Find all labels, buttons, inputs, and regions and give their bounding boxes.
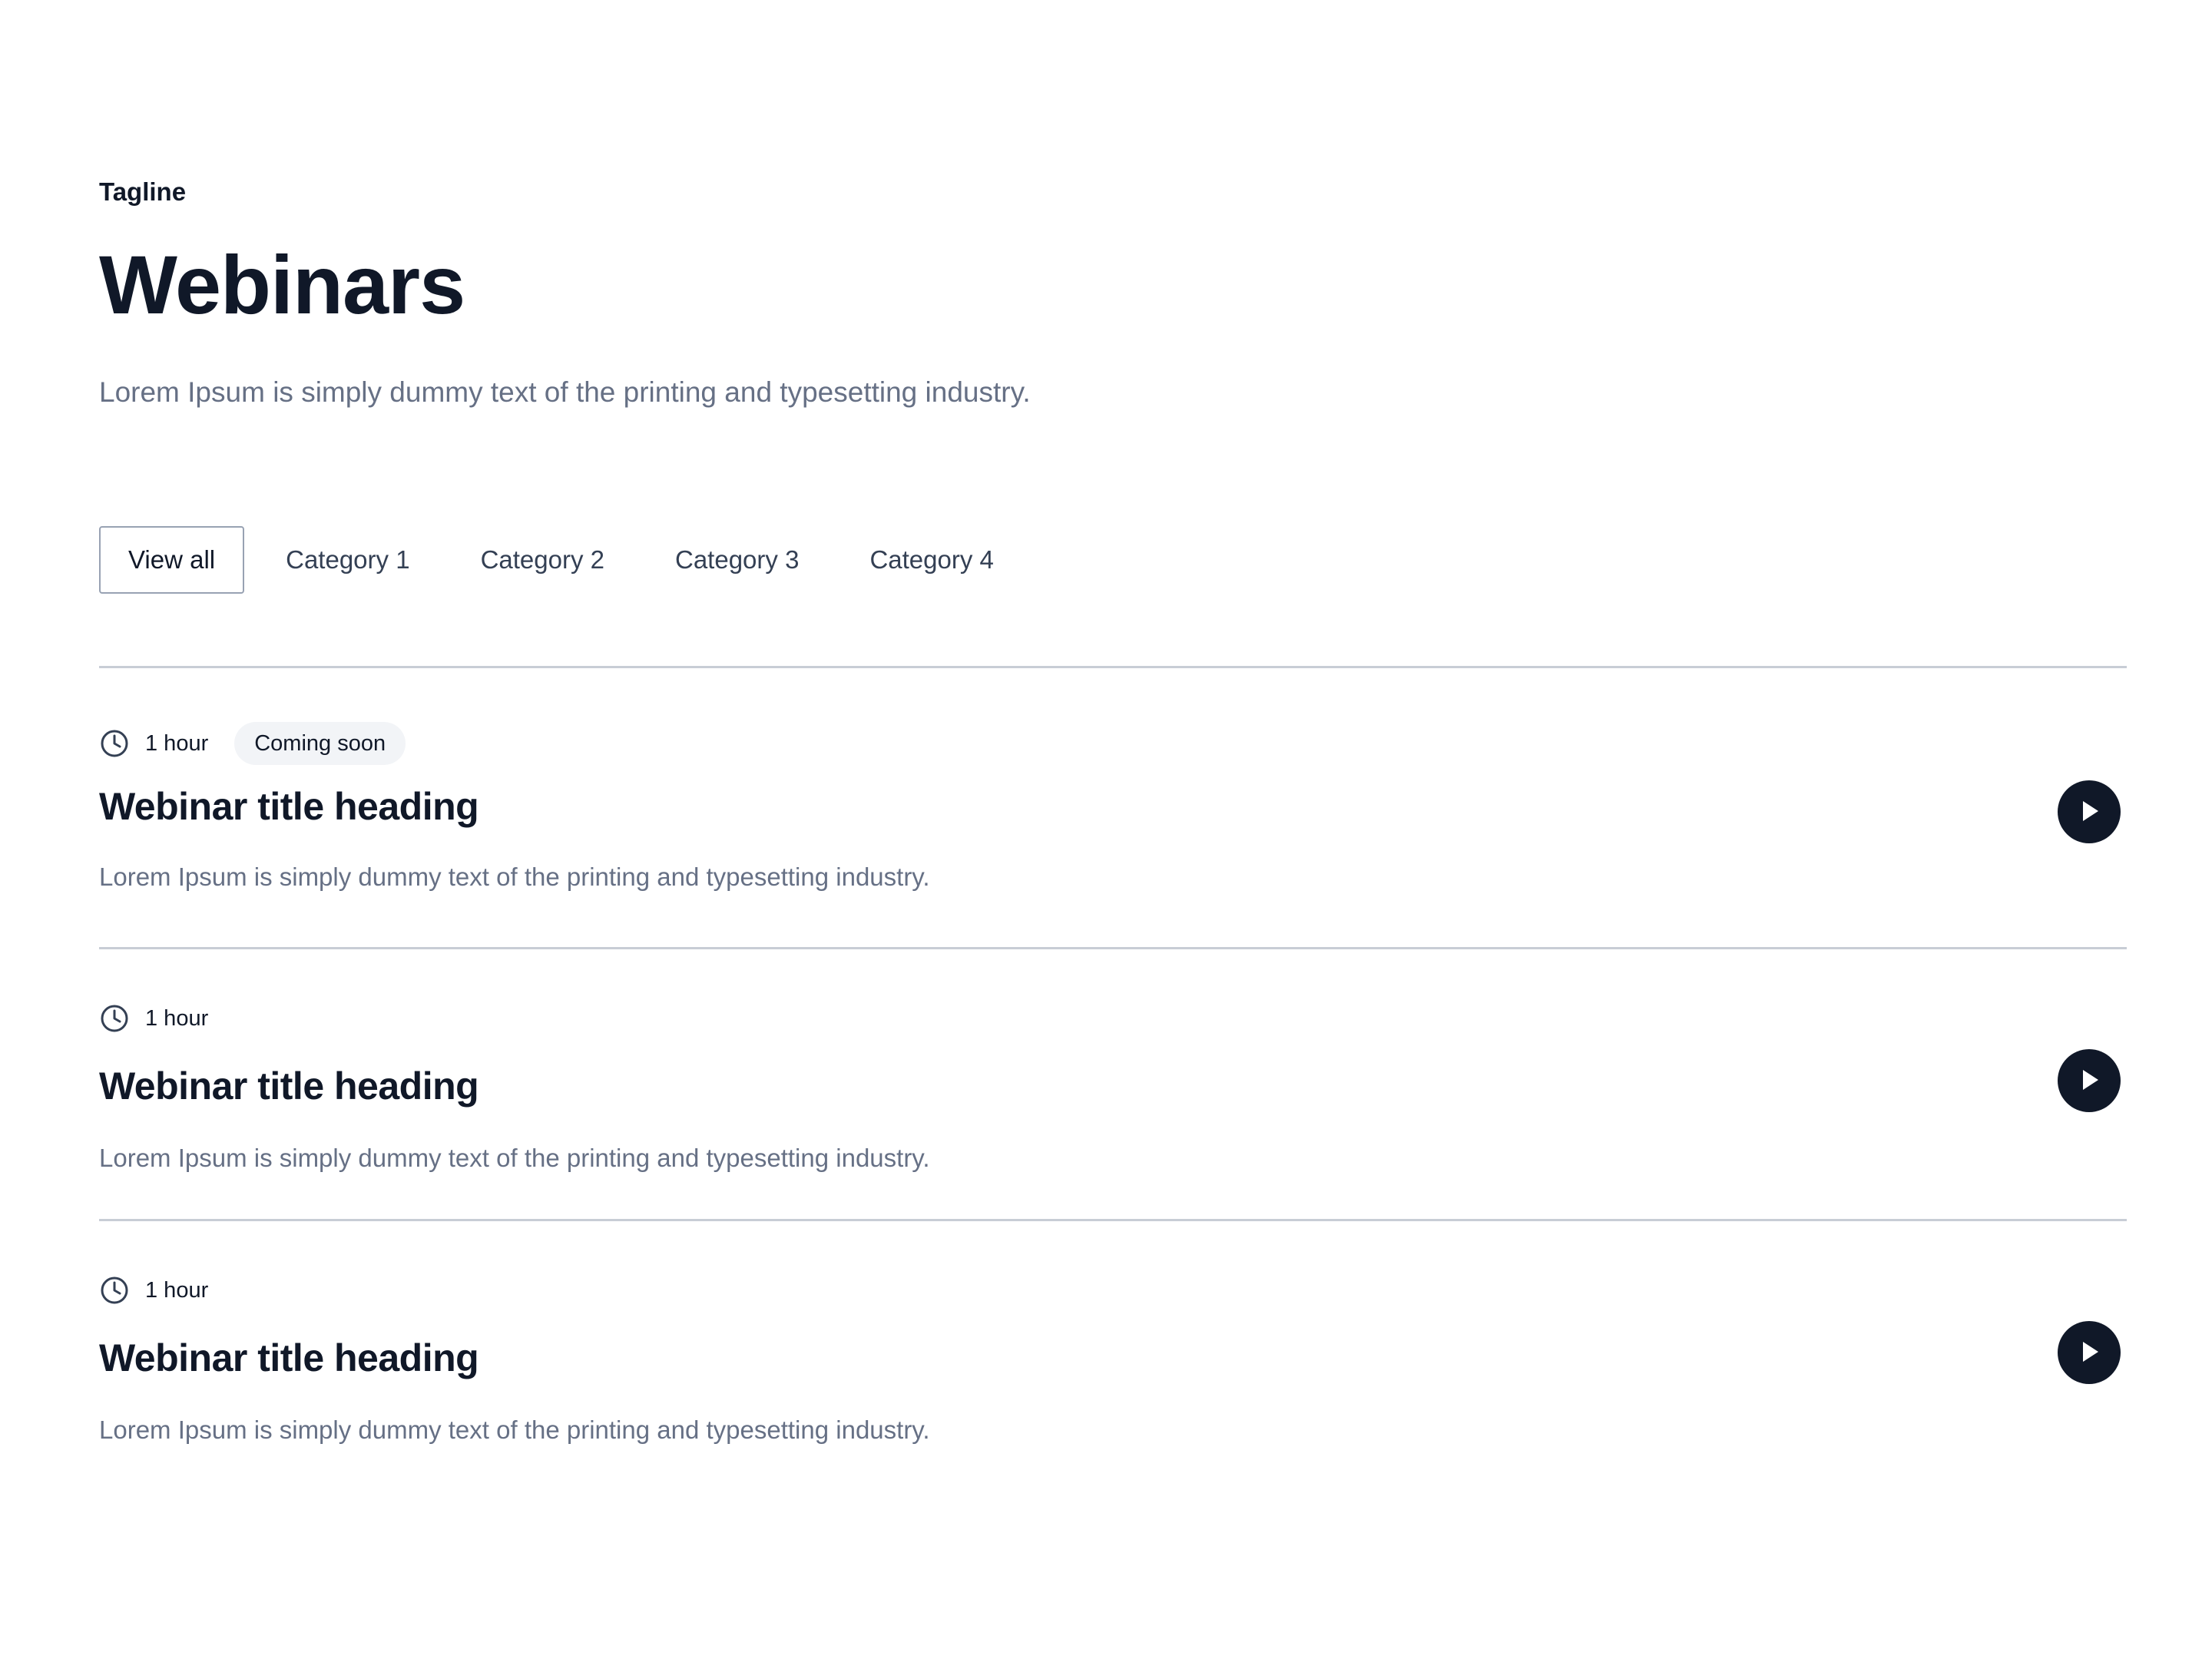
clock-icon: [99, 1275, 130, 1306]
tab-category-4[interactable]: Category 4: [840, 526, 1022, 594]
webinar-description: Lorem Ipsum is simply dummy text of the …: [99, 863, 930, 891]
webinar-title[interactable]: Webinar title heading: [99, 783, 479, 830]
webinar-description: Lorem Ipsum is simply dummy text of the …: [99, 1416, 930, 1444]
tab-view-all[interactable]: View all: [99, 526, 245, 594]
webinars-page: Tagline Webinars Lorem Ipsum is simply d…: [0, 0, 2212, 1659]
play-button[interactable]: [2058, 1049, 2121, 1112]
tab-category-2[interactable]: Category 2: [452, 526, 634, 594]
play-button[interactable]: [2058, 780, 2121, 843]
play-icon: [2076, 1339, 2102, 1367]
webinar-description: Lorem Ipsum is simply dummy text of the …: [99, 1144, 930, 1172]
play-icon: [2076, 798, 2102, 826]
webinar-item: 1 hour Coming soon Webinar title heading…: [99, 668, 2127, 947]
webinar-title[interactable]: Webinar title heading: [99, 1063, 479, 1109]
webinar-meta: 1 hour: [99, 1269, 208, 1312]
category-tabs: View all Category 1 Category 2 Category …: [99, 526, 1023, 594]
webinar-meta: 1 hour Coming soon: [99, 722, 406, 765]
webinar-list: 1 hour Coming soon Webinar title heading…: [99, 666, 2127, 1491]
webinar-item: 1 hour Webinar title heading Lorem Ipsum…: [99, 949, 2127, 1219]
page-header: Tagline Webinars Lorem Ipsum is simply d…: [99, 175, 2127, 412]
page-title: Webinars: [99, 238, 465, 331]
clock-icon: [99, 728, 130, 759]
webinar-item: 1 hour Webinar title heading Lorem Ipsum…: [99, 1221, 2127, 1491]
status-badge: Coming soon: [234, 722, 406, 765]
tab-category-3[interactable]: Category 3: [646, 526, 828, 594]
play-icon: [2076, 1067, 2102, 1095]
webinar-meta: 1 hour: [99, 997, 208, 1040]
webinar-duration: 1 hour: [145, 1005, 209, 1031]
tagline: Tagline: [99, 177, 187, 206]
clock-icon: [99, 1003, 130, 1034]
play-button[interactable]: [2058, 1321, 2121, 1384]
webinar-title[interactable]: Webinar title heading: [99, 1335, 479, 1381]
page-subtitle: Lorem Ipsum is simply dummy text of the …: [99, 376, 1031, 408]
webinar-duration: 1 hour: [145, 1277, 209, 1303]
webinar-duration: 1 hour: [145, 730, 209, 756]
tab-category-1[interactable]: Category 1: [257, 526, 439, 594]
